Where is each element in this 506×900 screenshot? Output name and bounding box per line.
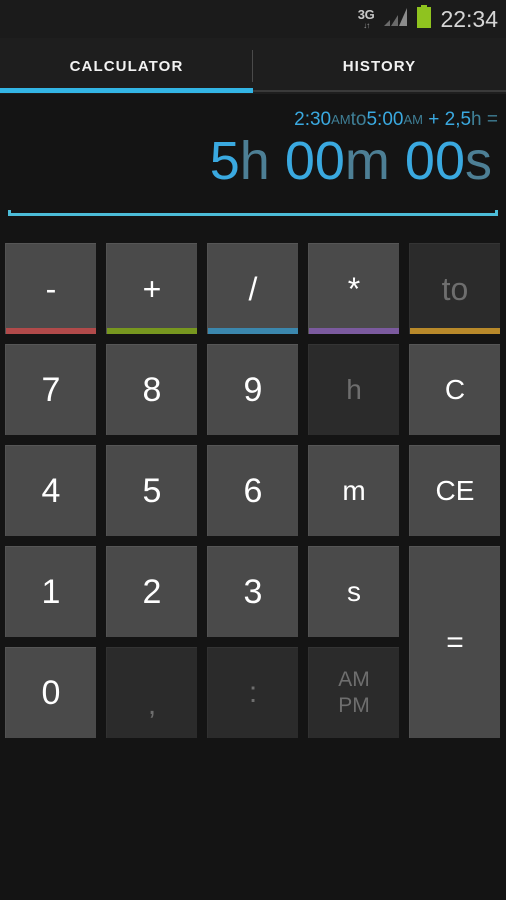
key-comma-label: , bbox=[147, 688, 157, 721]
key-minus-label: - bbox=[45, 271, 57, 307]
expression-text: 2:30AMto5:00AM + 2,5h = bbox=[294, 109, 498, 131]
key-hours: h bbox=[308, 344, 399, 435]
calculator-app: 3G ↓↑ 22:34 CALCULATOR HISTORY 2:30AMto5… bbox=[0, 0, 506, 900]
key-colon-label: : bbox=[248, 676, 258, 709]
display-area[interactable]: 2:30AMto5:00AM + 2,5h = 5h 00m 00s bbox=[0, 95, 506, 230]
key-to: to bbox=[409, 243, 500, 334]
key-plus-label: + bbox=[142, 271, 162, 307]
key-four-label: 4 bbox=[41, 472, 61, 510]
result-minutes: 00 bbox=[284, 131, 345, 191]
tab-history[interactable]: HISTORY bbox=[253, 38, 506, 94]
key-seconds[interactable]: s bbox=[308, 546, 399, 637]
key-ampm-label-am: AM bbox=[338, 667, 370, 691]
expression-time-2: 5:00 bbox=[366, 109, 404, 130]
key-seven-label: 7 bbox=[41, 371, 61, 409]
expression-operator: + bbox=[422, 109, 445, 130]
network-type-label: 3G bbox=[357, 7, 375, 22]
expression-time-1-meridiem: AM bbox=[331, 112, 351, 127]
key-hours-label: h bbox=[346, 374, 362, 405]
result-text: 5h 00m 00s bbox=[209, 131, 492, 191]
key-clear-entry-label: CE bbox=[435, 475, 475, 506]
expression-to-keyword: to bbox=[350, 109, 367, 130]
expression-addend: 2,5 bbox=[444, 109, 472, 130]
network-type-icon: 3G ↓↑ bbox=[358, 8, 375, 30]
key-five[interactable]: 5 bbox=[106, 445, 197, 536]
key-clear[interactable]: C bbox=[409, 344, 500, 435]
tab-active-indicator bbox=[0, 88, 253, 93]
tab-bar: CALCULATOR HISTORY bbox=[0, 38, 506, 94]
key-equals[interactable]: = bbox=[409, 546, 500, 738]
keypad: - + / * to 7 8 9 h C 4 5 6 m CE 1 2 3 s = 0,: AM PM bbox=[0, 238, 506, 744]
key-comma: , bbox=[106, 647, 197, 738]
key-plus[interactable]: + bbox=[106, 243, 197, 334]
key-seven[interactable]: 7 bbox=[5, 344, 96, 435]
key-minus[interactable]: - bbox=[5, 243, 96, 334]
key-clear-entry[interactable]: CE bbox=[409, 445, 500, 536]
key-divide-label: / bbox=[248, 271, 258, 307]
signal-bars-icon bbox=[382, 6, 408, 33]
status-bar: 3G ↓↑ 22:34 bbox=[0, 0, 506, 38]
key-six[interactable]: 6 bbox=[207, 445, 298, 536]
tab-calculator[interactable]: CALCULATOR bbox=[0, 38, 253, 94]
expression-time-2-meridiem: AM bbox=[403, 112, 423, 127]
key-to-accent-bar bbox=[410, 328, 500, 334]
status-icons: 3G ↓↑ 22:34 bbox=[358, 4, 498, 34]
key-plus-accent-bar bbox=[107, 328, 197, 334]
result-hours-unit: h bbox=[239, 131, 270, 191]
key-minutes[interactable]: m bbox=[308, 445, 399, 536]
key-seconds-label: s bbox=[347, 576, 361, 607]
battery-full-icon bbox=[416, 4, 432, 34]
key-five-label: 5 bbox=[142, 472, 162, 510]
key-colon: : bbox=[207, 647, 298, 738]
result-hours: 5 bbox=[209, 131, 240, 191]
key-minutes-label: m bbox=[342, 475, 366, 506]
key-ampm: AM PM bbox=[308, 647, 399, 738]
result-seconds: 00 bbox=[404, 131, 465, 191]
result-minutes-unit: m bbox=[344, 131, 390, 191]
tab-divider bbox=[252, 50, 253, 82]
key-four[interactable]: 4 bbox=[5, 445, 96, 536]
tab-history-label: HISTORY bbox=[342, 57, 417, 75]
key-equals-label: = bbox=[446, 625, 464, 659]
key-one[interactable]: 1 bbox=[5, 546, 96, 637]
data-transfer-arrows-icon: ↓↑ bbox=[363, 21, 370, 30]
key-two-label: 2 bbox=[142, 573, 162, 611]
key-one-label: 1 bbox=[41, 573, 61, 611]
result-seconds-unit: s bbox=[465, 131, 492, 191]
key-ampm-label-pm: PM bbox=[338, 694, 370, 717]
key-eight-label: 8 bbox=[142, 371, 162, 409]
key-two[interactable]: 2 bbox=[106, 546, 197, 637]
key-eight[interactable]: 8 bbox=[106, 344, 197, 435]
tab-calculator-label: CALCULATOR bbox=[69, 57, 184, 75]
key-multiply-accent-bar bbox=[309, 328, 399, 334]
expression-addend-unit: h bbox=[471, 109, 482, 130]
key-zero[interactable]: 0 bbox=[5, 647, 96, 738]
display-underline bbox=[8, 210, 498, 216]
expression-time-1: 2:30 bbox=[294, 109, 332, 130]
result-space-1 bbox=[270, 131, 285, 191]
key-divide-accent-bar bbox=[208, 328, 298, 334]
status-clock: 22:34 bbox=[440, 5, 498, 32]
key-three[interactable]: 3 bbox=[207, 546, 298, 637]
result-space-2 bbox=[390, 131, 405, 191]
key-nine-label: 9 bbox=[243, 371, 263, 409]
key-nine[interactable]: 9 bbox=[207, 344, 298, 435]
key-ampm-label: AM PM bbox=[338, 667, 370, 720]
key-to-label: to bbox=[441, 271, 469, 307]
key-six-label: 6 bbox=[243, 472, 263, 510]
expression-equals-sign: = bbox=[481, 109, 498, 130]
key-three-label: 3 bbox=[243, 573, 263, 611]
key-minus-accent-bar bbox=[6, 328, 96, 334]
key-multiply[interactable]: * bbox=[308, 243, 399, 334]
key-multiply-label: * bbox=[347, 271, 361, 307]
key-clear-label: C bbox=[444, 374, 466, 405]
key-divide[interactable]: / bbox=[207, 243, 298, 334]
key-zero-label: 0 bbox=[41, 674, 61, 712]
